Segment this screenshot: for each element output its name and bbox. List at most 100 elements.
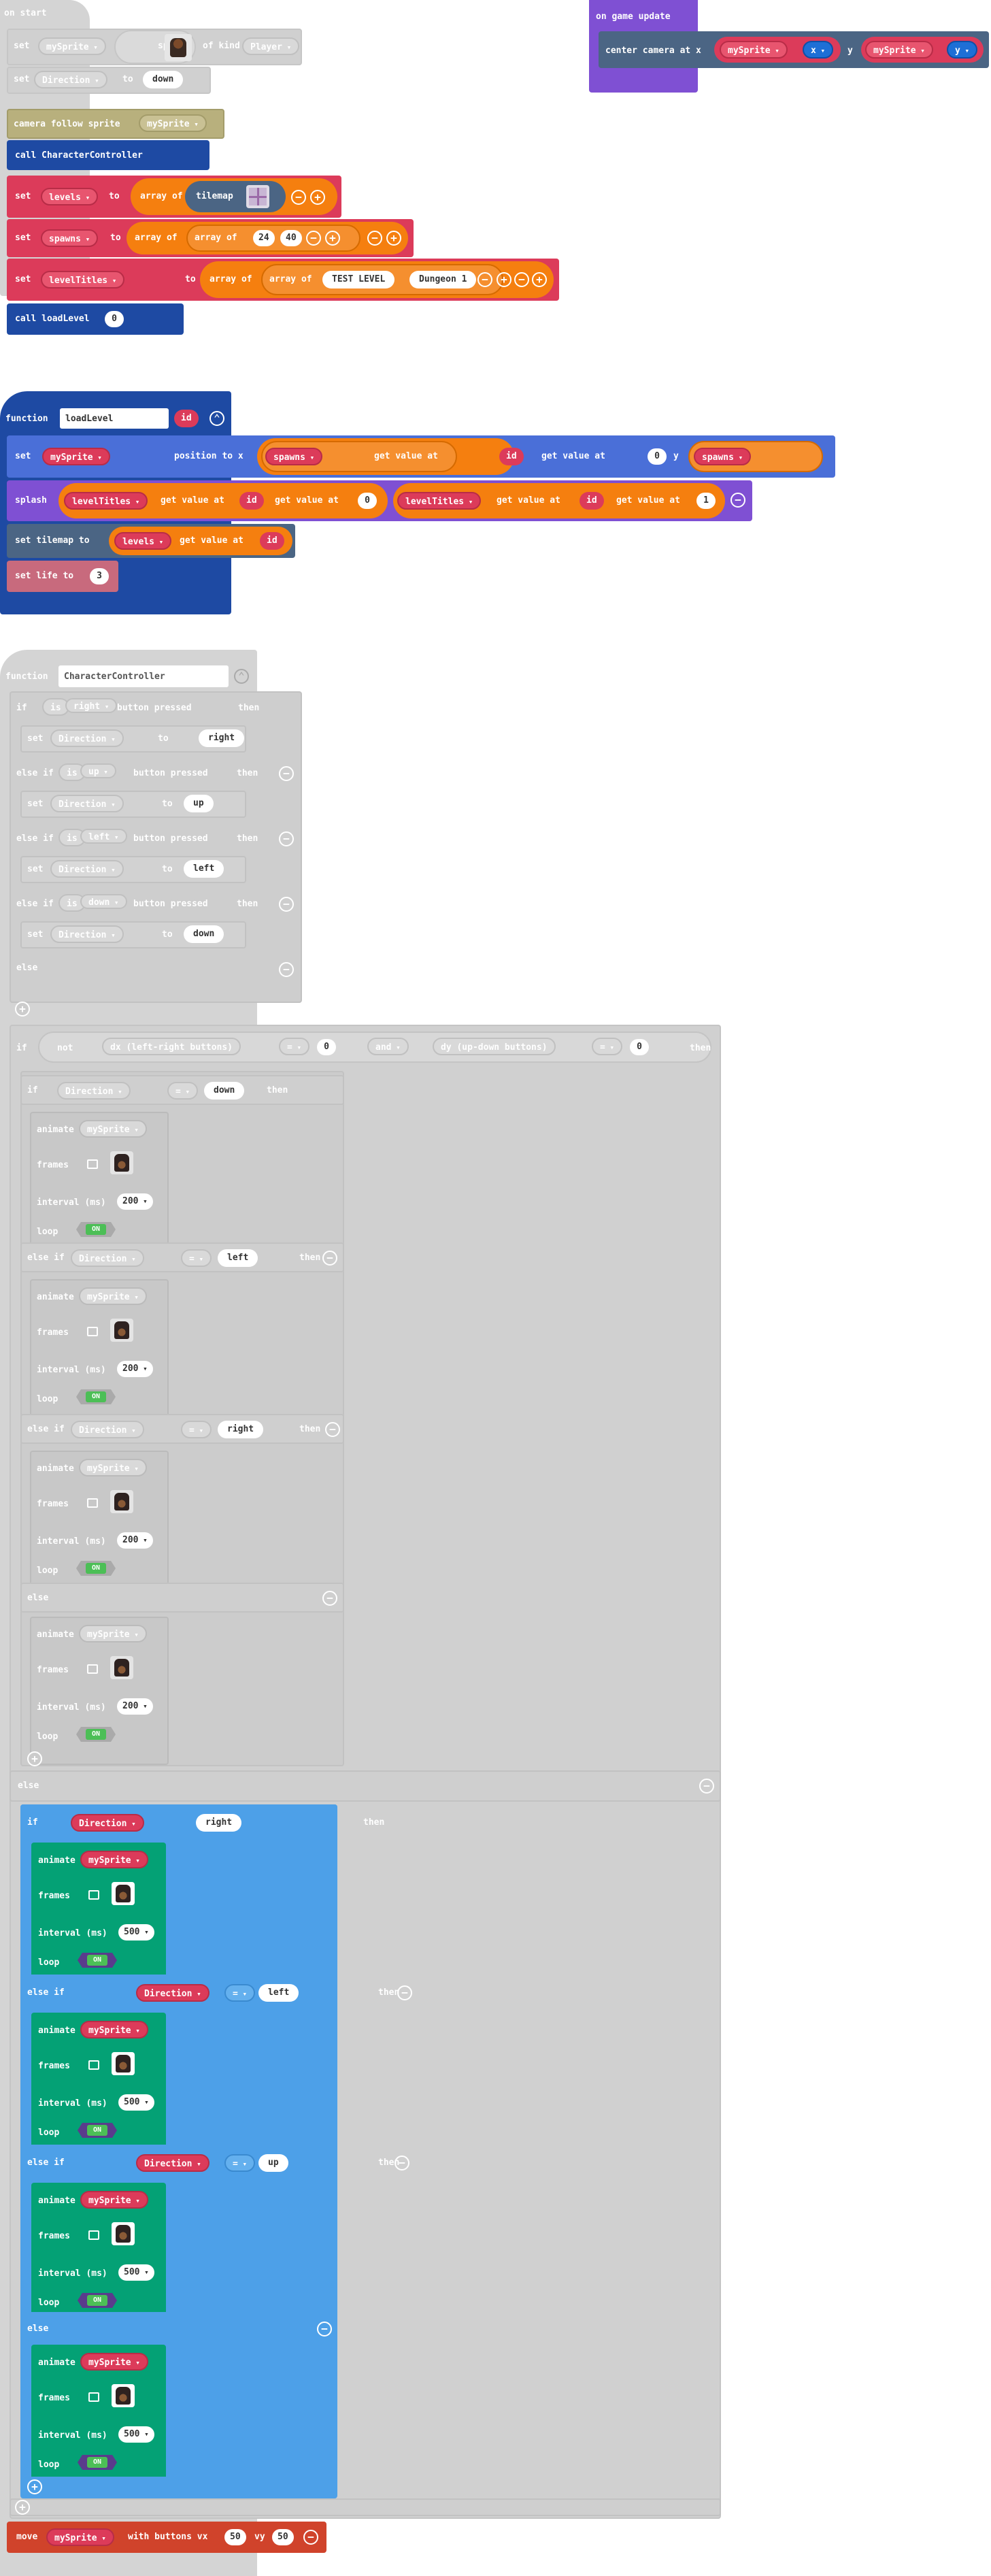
frame-thumbnail[interactable] [112, 2384, 135, 2407]
prop-dropdown-y[interactable]: y [947, 41, 978, 59]
direction-string[interactable]: left [184, 860, 224, 878]
add-branch-button[interactable]: + [15, 1002, 30, 1017]
remove-arg-button[interactable]: − [303, 2530, 318, 2545]
loop-toggle[interactable]: ON [76, 1561, 116, 1576]
compare-op[interactable]: = [167, 1082, 199, 1100]
sprite-var-dropdown[interactable]: mySprite [79, 1287, 147, 1305]
direction-string[interactable]: left [218, 1249, 258, 1267]
var-dropdown-direction[interactable]: Direction [57, 1082, 131, 1100]
frame-thumbnail[interactable] [112, 2222, 135, 2245]
frame-thumbnail[interactable] [112, 1882, 135, 1905]
loop-toggle[interactable]: ON [76, 1727, 116, 1742]
vy-value[interactable]: 50 [272, 2529, 294, 2545]
sprite-var-dropdown[interactable]: mySprite [79, 1459, 147, 1476]
param-id[interactable]: id [260, 532, 284, 550]
idle-else-header[interactable] [20, 1583, 344, 1613]
add-item-button[interactable]: + [532, 272, 547, 287]
remove-branch-button[interactable]: − [322, 1251, 337, 1266]
index-1[interactable]: 1 [696, 493, 716, 509]
sprite-var-dropdown[interactable]: mySprite [865, 41, 933, 59]
compare-op[interactable]: = [181, 1249, 212, 1267]
compare-zero[interactable]: 0 [630, 1039, 649, 1055]
compare-op[interactable]: = [279, 1038, 310, 1055]
frame-thumbnail[interactable] [110, 1656, 133, 1679]
remove-branch-button[interactable]: − [394, 2156, 409, 2170]
loop-toggle[interactable]: ON [78, 2293, 117, 2308]
compare-op[interactable]: = [224, 2154, 256, 2172]
button-dropdown[interactable]: right [65, 698, 118, 713]
frame-thumbnail[interactable] [112, 2052, 135, 2075]
direction-string[interactable]: down [204, 1082, 245, 1100]
var-dropdown-mysprite[interactable]: mySprite [38, 37, 106, 55]
button-dropdown[interactable]: left [80, 829, 127, 844]
var-dropdown-spawns[interactable]: spawns [41, 229, 99, 247]
sprite-var-dropdown[interactable]: mySprite [42, 448, 110, 465]
remove-branch-button[interactable]: − [325, 1422, 340, 1437]
param-id[interactable]: id [580, 492, 604, 510]
compare-op[interactable]: = [224, 1984, 256, 2002]
sprite-var-dropdown[interactable]: mySprite [46, 2528, 114, 2546]
add-item-button[interactable]: + [325, 231, 340, 246]
spawn-x-value[interactable]: 24 [253, 230, 275, 246]
add-item-button[interactable]: + [497, 272, 511, 287]
life-value[interactable]: 3 [90, 568, 109, 584]
loop-toggle[interactable]: ON [78, 2455, 117, 2470]
add-branch-button[interactable]: + [27, 2479, 42, 2494]
player-sprite-image[interactable] [165, 34, 192, 61]
string-dungeon-1[interactable]: Dungeon 1 [409, 271, 477, 288]
interval-dropdown[interactable]: 500 [118, 2094, 154, 2111]
var-dropdown-direction[interactable]: Direction [50, 925, 124, 943]
sprite-var-dropdown[interactable]: mySprite [79, 1120, 147, 1138]
remove-branch-button[interactable]: − [279, 831, 294, 846]
interval-dropdown[interactable]: 200 [117, 1193, 153, 1210]
interval-dropdown[interactable]: 200 [117, 1361, 153, 1377]
interval-dropdown[interactable]: 500 [118, 2426, 154, 2443]
direction-string[interactable]: up [184, 795, 214, 812]
remove-else-button[interactable]: − [322, 1591, 337, 1606]
prop-dropdown-x[interactable]: x [803, 41, 834, 59]
interval-dropdown[interactable]: 500 [118, 1924, 154, 1941]
var-dropdown-direction[interactable]: Direction [71, 1814, 144, 1832]
vx-value[interactable]: 50 [224, 2529, 246, 2545]
remove-branch-button[interactable]: − [397, 1985, 412, 2000]
var-dropdown-spawns[interactable]: spawns [694, 448, 752, 465]
direction-string[interactable]: down [184, 925, 224, 943]
direction-string[interactable]: left [258, 1984, 299, 2002]
remove-else-button[interactable]: − [699, 1779, 714, 1794]
loadlevel-arg[interactable]: 0 [105, 311, 124, 327]
walk-branch-header[interactable] [20, 1804, 337, 1841]
button-dropdown[interactable]: up [80, 763, 116, 778]
param-id[interactable]: id [239, 492, 264, 510]
var-dropdown-leveltitles[interactable]: levelTitles [64, 492, 148, 510]
kind-dropdown-player[interactable]: Player [242, 37, 300, 55]
direction-string[interactable]: up [258, 2154, 288, 2172]
remove-arg-button[interactable]: − [730, 493, 745, 508]
sprite-var-dropdown[interactable]: mySprite [79, 1625, 147, 1642]
var-dropdown-direction[interactable]: Direction [50, 860, 124, 878]
add-item-button[interactable]: + [310, 190, 325, 205]
dx-reporter[interactable]: dx (left-right buttons) [102, 1038, 241, 1055]
else-row[interactable] [10, 1770, 721, 1802]
remove-item-button[interactable]: − [291, 190, 306, 205]
direction-string[interactable]: right [196, 1814, 242, 1832]
frame-thumbnail[interactable] [110, 1490, 133, 1513]
direction-string[interactable]: right [218, 1421, 264, 1438]
walk-chain-footer[interactable] [20, 2477, 337, 2496]
compare-zero[interactable]: 0 [317, 1039, 336, 1055]
var-dropdown-direction[interactable]: Direction [71, 1249, 144, 1267]
camera-target-var[interactable]: mySprite [139, 114, 207, 132]
sprite-var-dropdown[interactable]: mySprite [80, 2021, 148, 2038]
sprite-var-dropdown[interactable]: mySprite [720, 41, 788, 59]
remove-branch-button[interactable]: − [279, 766, 294, 781]
interval-dropdown[interactable]: 500 [118, 2264, 154, 2281]
loop-toggle[interactable]: ON [78, 1953, 117, 1968]
param-id[interactable]: id [174, 410, 199, 427]
var-dropdown-direction[interactable]: Direction [50, 729, 124, 747]
direction-string[interactable]: right [199, 729, 245, 747]
sprite-var-dropdown[interactable]: mySprite [80, 2353, 148, 2371]
and-op[interactable]: and [367, 1038, 409, 1055]
frame-thumbnail[interactable] [110, 1151, 133, 1174]
add-branch-button[interactable]: + [27, 1751, 42, 1766]
dy-reporter[interactable]: dy (up-down buttons) [433, 1038, 556, 1055]
var-dropdown-levels[interactable]: levels [41, 188, 99, 205]
